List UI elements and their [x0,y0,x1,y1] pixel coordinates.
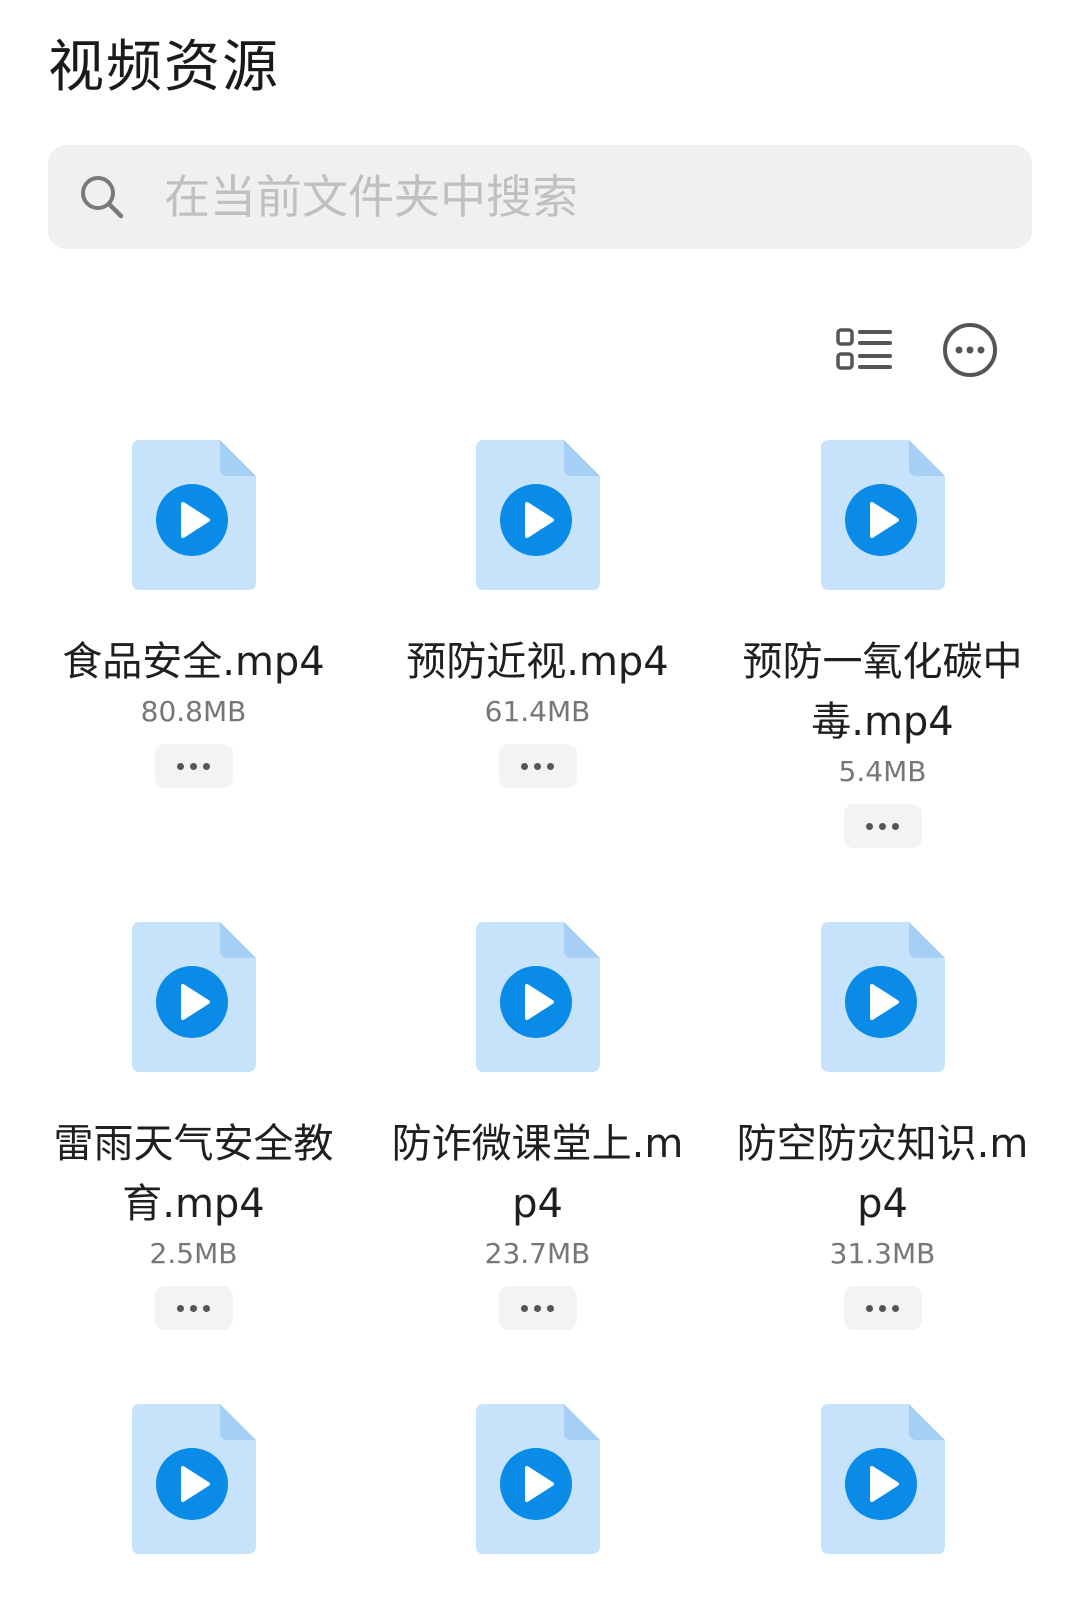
search-icon [81,176,124,219]
file-name: 预防近视.mp4 [406,639,669,685]
file-item[interactable] [709,1404,1056,1554]
file-name: 预防一氧化碳中毒.mp4 [742,639,1023,745]
more-dot-icon [190,1304,197,1312]
file-more-button[interactable] [154,1286,233,1330]
more-dot-icon [177,1304,184,1312]
file-more-button[interactable] [843,804,922,848]
more-dot-icon [177,762,184,770]
file-item[interactable]: 防诈微课堂上.mp4 23.7MB [364,922,711,1330]
file-more-button[interactable] [154,744,233,788]
file-item[interactable]: 预防近视.mp4 61.4MB [364,440,711,788]
more-dot-icon [547,762,554,770]
more-dot-icon [534,762,541,770]
more-dot-icon [190,762,197,770]
file-size: 61.4MB [484,695,591,728]
video-file-icon [131,922,256,1072]
more-dot-icon [203,1304,210,1312]
file-name: 防空防灾知识.mp4 [736,1121,1029,1227]
file-size: 23.7MB [484,1237,591,1270]
file-more-button[interactable] [498,1286,577,1330]
more-dot-icon [521,1304,528,1312]
list-view-icon [836,328,892,370]
more-dot-icon [534,1304,541,1312]
file-item[interactable]: 防空防灾知识.mp4 31.3MB [709,922,1056,1330]
video-file-icon [475,922,600,1072]
page-title: 视频资源 [48,35,280,100]
more-dot-icon [892,822,899,830]
more-dot-icon [866,822,873,830]
file-name: 雷雨天气安全教育.mp4 [53,1121,334,1227]
file-more-button[interactable] [498,744,577,788]
file-size: 80.8MB [140,695,247,728]
video-file-icon [131,1404,256,1554]
file-item[interactable]: 食品安全.mp4 80.8MB [20,440,367,788]
more-circle-icon [943,323,997,377]
file-item[interactable] [364,1404,711,1554]
view-toggle-button[interactable] [832,318,896,382]
video-file-icon [820,1404,945,1554]
file-size: 2.5MB [149,1237,238,1270]
file-size: 5.4MB [838,755,927,788]
more-dot-icon [547,1304,554,1312]
more-dot-icon [203,762,210,770]
file-item[interactable] [20,1404,367,1554]
file-size: 31.3MB [829,1237,936,1270]
file-more-button[interactable] [843,1286,922,1330]
file-name: 食品安全.mp4 [62,639,325,685]
file-item[interactable]: 雷雨天气安全教育.mp4 2.5MB [20,922,367,1330]
file-item[interactable]: 预防一氧化碳中毒.mp4 5.4MB [709,440,1056,848]
more-dot-icon [879,822,886,830]
video-file-icon [820,440,945,590]
more-dot-icon [892,1304,899,1312]
video-file-icon [131,440,256,590]
search-bar[interactable] [48,145,1032,249]
more-dot-icon [879,1304,886,1312]
more-dot-icon [866,1304,873,1312]
video-file-icon [475,1404,600,1554]
search-input[interactable] [164,162,964,232]
file-name: 防诈微课堂上.mp4 [391,1121,684,1227]
more-options-button[interactable] [938,318,1002,382]
video-file-icon [820,922,945,1072]
video-file-icon [475,440,600,590]
more-dot-icon [521,762,528,770]
